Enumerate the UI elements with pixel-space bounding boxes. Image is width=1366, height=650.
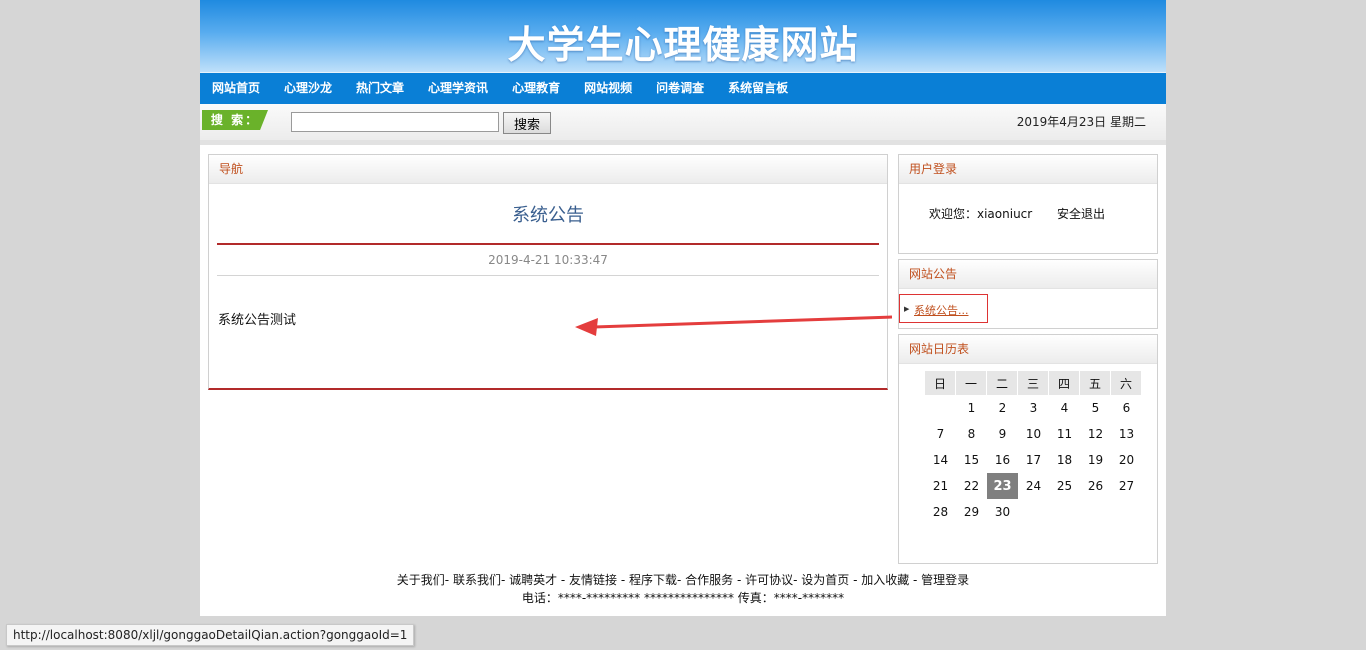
search-input[interactable]: [291, 112, 499, 132]
calendar-panel: 网站日历表 日 一 二 三 四 五 六 1 2 3 4 5 6 7 8 9 10…: [898, 334, 1158, 564]
panel-title: 导航: [209, 155, 887, 184]
calendar-day: 9: [998, 427, 1007, 441]
title-divider: [217, 243, 879, 245]
calendar-weekday-row: 日 一 二 三 四 五 六: [925, 371, 1142, 395]
welcome-text: 欢迎您：xiaoniucr: [929, 207, 1033, 221]
calendar-day: 7: [936, 427, 945, 441]
calendar-day: [925, 395, 956, 421]
current-date: 2019年4月23日 星期二: [1016, 115, 1146, 129]
calendar-day-today: 23: [987, 473, 1018, 499]
notice-highlight-box: ▶ 系统公告...: [899, 294, 988, 323]
nav-item-message-board[interactable]: 系统留言板: [716, 73, 800, 104]
calendar-day: 28: [932, 505, 949, 519]
calendar-day: [1049, 499, 1080, 525]
calendar-day: 29: [963, 505, 980, 519]
page-container: 大学生心理健康网站 网站首页 心理沙龙 热门文章 心理学资讯 心理教育 网站视频…: [200, 0, 1166, 616]
footer-links[interactable]: 关于我们- 联系我们- 诚聘英才 - 友情链接 - 程序下载- 合作服务 - 许…: [200, 571, 1166, 588]
calendar-day: 18: [1056, 453, 1073, 467]
search-bar: 搜 索： 搜索 2019年4月23日 星期二: [200, 104, 1166, 145]
search-label: 搜 索：: [202, 110, 268, 130]
notice-detail-panel: 导航 系统公告 2019-4-21 10:33:47 系统公告测试: [208, 154, 888, 390]
nav-item-psych-news[interactable]: 心理学资讯: [416, 73, 500, 104]
calendar-day: 2: [998, 401, 1007, 415]
calendar-day: 26: [1087, 479, 1104, 493]
calendar-day: 12: [1087, 427, 1104, 441]
calendar-table: 日 一 二 三 四 五 六 1 2 3 4 5 6 7 8 9 10 11 12…: [925, 371, 1142, 525]
nav-item-hot-articles[interactable]: 热门文章: [344, 73, 416, 104]
calendar-week-row: 1 2 3 4 5 6: [925, 395, 1142, 421]
calendar-panel-title: 网站日历表: [899, 335, 1157, 364]
calendar-day: 16: [994, 453, 1011, 467]
footer-contact: 电话：****-********* *************** 传真：***…: [521, 591, 845, 605]
notice-title: 系统公告: [512, 205, 584, 226]
calendar-day: 10: [1025, 427, 1042, 441]
notice-link[interactable]: 系统公告...: [914, 302, 969, 318]
calendar-day: 21: [932, 479, 949, 493]
annotation-arrow: [575, 315, 893, 336]
calendar-day: 8: [967, 427, 976, 441]
calendar-day: 3: [1029, 401, 1038, 415]
calendar-day: 30: [994, 505, 1011, 519]
notice-panel-title: 网站公告: [899, 260, 1157, 289]
weekday-sat: 六: [1111, 371, 1142, 395]
nav-item-home[interactable]: 网站首页: [200, 73, 272, 104]
notice-date: 2019-4-21 10:33:47: [488, 253, 608, 267]
nav-item-survey[interactable]: 问卷调查: [644, 73, 716, 104]
calendar-day: 6: [1122, 401, 1131, 415]
date-divider: [217, 275, 879, 276]
calendar-day: 1: [967, 401, 976, 415]
calendar-day: 13: [1118, 427, 1135, 441]
login-panel-title: 用户登录: [899, 155, 1157, 184]
calendar-day: 15: [963, 453, 980, 467]
weekday-fri: 五: [1080, 371, 1111, 395]
notice-body: 系统公告测试: [218, 313, 297, 328]
calendar-day: 17: [1025, 453, 1042, 467]
weekday-thu: 四: [1049, 371, 1080, 395]
calendar-week-row: 28 29 30: [925, 499, 1142, 525]
weekday-wed: 三: [1018, 371, 1049, 395]
calendar-day: 19: [1087, 453, 1104, 467]
calendar-day: 11: [1056, 427, 1073, 441]
calendar-day: [1018, 499, 1049, 525]
calendar-week-row: 21 22 23 24 25 26 27: [925, 473, 1142, 499]
site-title: 大学生心理健康网站: [507, 23, 859, 67]
logout-link[interactable]: 安全退出: [1057, 205, 1105, 222]
weekday-mon: 一: [956, 371, 987, 395]
main-nav: 网站首页 心理沙龙 热门文章 心理学资讯 心理教育 网站视频 问卷调查 系统留言…: [200, 72, 1166, 104]
calendar-week-row: 14 15 16 17 18 19 20: [925, 447, 1142, 473]
weekday-tue: 二: [987, 371, 1018, 395]
nav-item-psych-education[interactable]: 心理教育: [500, 73, 572, 104]
nav-item-videos[interactable]: 网站视频: [572, 73, 644, 104]
weekday-sun: 日: [925, 371, 956, 395]
calendar-day: 4: [1060, 401, 1069, 415]
site-banner: 大学生心理健康网站: [200, 0, 1166, 72]
nav-item-salon[interactable]: 心理沙龙: [272, 73, 344, 104]
calendar-day: 5: [1091, 401, 1100, 415]
calendar-day: [1080, 499, 1111, 525]
browser-status-bar: http://localhost:8080/xljl/gonggaoDetail…: [6, 624, 415, 646]
search-button[interactable]: 搜索: [503, 112, 551, 134]
login-panel: 用户登录 欢迎您：xiaoniucr 安全退出: [898, 154, 1158, 254]
calendar-day: 24: [1025, 479, 1042, 493]
calendar-day: 22: [963, 479, 980, 493]
calendar-day: 14: [932, 453, 949, 467]
calendar-day: [1111, 499, 1142, 525]
bullet-icon: ▶: [904, 305, 910, 313]
calendar-day: 27: [1118, 479, 1135, 493]
site-notice-panel: 网站公告 ▶ 系统公告...: [898, 259, 1158, 329]
calendar-week-row: 7 8 9 10 11 12 13: [925, 421, 1142, 447]
calendar-day: 25: [1056, 479, 1073, 493]
calendar-day: 20: [1118, 453, 1135, 467]
